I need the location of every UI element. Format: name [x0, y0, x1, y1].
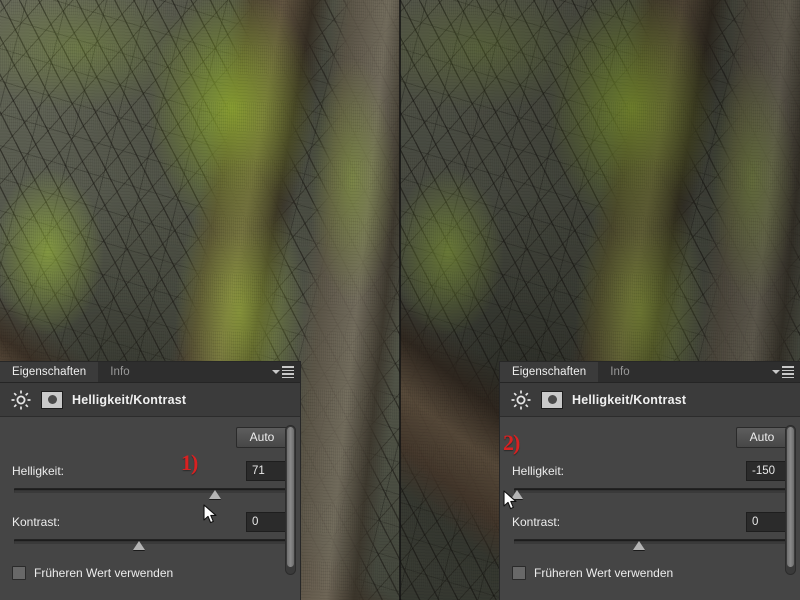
- slider-track: [14, 539, 286, 544]
- brightness-slider-thumb-left[interactable]: [209, 490, 222, 499]
- layer-mask-thumbnail[interactable]: [41, 390, 63, 409]
- tab-label: Info: [110, 366, 130, 378]
- adjustment-title-right: Helligkeit/Kontrast: [572, 392, 687, 407]
- contrast-control-left: Kontrast: 0: [12, 511, 288, 552]
- legacy-checkbox-label-right: Früheren Wert verwenden: [534, 566, 674, 580]
- brightness-slider-left[interactable]: [14, 487, 286, 501]
- legacy-checkbox-row-right: Früheren Wert verwenden: [512, 566, 788, 580]
- contrast-control-right: Kontrast: 0: [512, 511, 788, 552]
- contrast-slider-left[interactable]: [14, 538, 286, 552]
- brightness-row-right: Helligkeit: -150: [512, 460, 788, 482]
- panel-scrollbar-right[interactable]: [785, 425, 796, 575]
- tabstrip-filler: [641, 362, 770, 382]
- split-divider: [399, 0, 401, 600]
- brightness-label-right: Helligkeit:: [512, 464, 565, 478]
- panel-tabstrip-left: Eigenschaften Info: [0, 362, 300, 383]
- brightness-value-left[interactable]: 71: [246, 461, 288, 481]
- contrast-slider-thumb-right[interactable]: [633, 541, 646, 550]
- legacy-checkbox-label-left: Früheren Wert verwenden: [34, 566, 174, 580]
- slider-track: [14, 488, 286, 493]
- brightness-slider-right[interactable]: [510, 487, 786, 501]
- legacy-checkbox-row-left: Früheren Wert verwenden: [12, 566, 288, 580]
- panel-tabstrip-right: Eigenschaften Info: [500, 362, 800, 383]
- auto-button-left[interactable]: Auto: [236, 427, 288, 448]
- slider-track: [514, 488, 786, 493]
- tabstrip-filler: [141, 362, 270, 382]
- tab-info-left[interactable]: Info: [98, 362, 142, 382]
- tab-eigenschaften-left[interactable]: Eigenschaften: [0, 362, 99, 382]
- brightness-contrast-icon: [11, 390, 31, 409]
- tab-info-right[interactable]: Info: [598, 362, 642, 382]
- hamburger-icon: [282, 366, 294, 378]
- brightness-slider-thumb-right[interactable]: [510, 490, 523, 499]
- brightness-control-right: Helligkeit: -150: [510, 460, 788, 501]
- panel-body-right: Auto Helligkeit: -150 Kontrast: 0 Früher…: [500, 417, 800, 600]
- properties-panel-left: Eigenschaften Info Helligkeit/Kontrast A…: [0, 362, 300, 600]
- contrast-value-right[interactable]: 0: [746, 512, 788, 532]
- slider-track: [514, 539, 786, 544]
- hamburger-icon: [782, 366, 794, 378]
- legacy-checkbox-right[interactable]: [512, 566, 526, 580]
- brightness-contrast-icon: [511, 390, 531, 409]
- panel-menu-icon[interactable]: [270, 362, 300, 382]
- contrast-row-left: Kontrast: 0: [12, 511, 288, 533]
- brightness-row-left: Helligkeit: 71: [12, 460, 288, 482]
- contrast-label-left: Kontrast:: [12, 515, 61, 529]
- layer-mask-thumbnail[interactable]: [541, 390, 563, 409]
- chevron-down-icon: [772, 369, 780, 374]
- contrast-value-left[interactable]: 0: [246, 512, 288, 532]
- properties-panel-right: Eigenschaften Info Helligkeit/Kontrast A…: [500, 362, 800, 600]
- adjustment-title-left: Helligkeit/Kontrast: [72, 392, 187, 407]
- brightness-value-right[interactable]: -150: [746, 461, 788, 481]
- panel-body-left: Auto Helligkeit: 71 Kontrast: 0 Früheren…: [0, 417, 300, 600]
- tab-label: Info: [610, 366, 630, 378]
- brightness-control-left: Helligkeit: 71: [12, 460, 288, 501]
- brightness-label-left: Helligkeit:: [12, 464, 65, 478]
- auto-button-right[interactable]: Auto: [736, 427, 788, 448]
- auto-row-left: Auto: [12, 427, 288, 448]
- contrast-label-right: Kontrast:: [512, 515, 561, 529]
- auto-row-right: Auto: [512, 427, 788, 448]
- screenshot-stage: Eigenschaften Info Helligkeit/Kontrast A…: [0, 0, 800, 600]
- legacy-checkbox-left[interactable]: [12, 566, 26, 580]
- adjustment-header-right: Helligkeit/Kontrast: [500, 383, 800, 417]
- adjustment-header-left: Helligkeit/Kontrast: [0, 383, 300, 417]
- panel-menu-icon[interactable]: [770, 362, 800, 382]
- chevron-down-icon: [272, 369, 280, 374]
- tab-eigenschaften-right[interactable]: Eigenschaften: [500, 362, 599, 382]
- tab-label: Eigenschaften: [12, 366, 87, 378]
- tab-label: Eigenschaften: [512, 366, 587, 378]
- contrast-slider-thumb-left[interactable]: [133, 541, 146, 550]
- panel-scrollbar-left[interactable]: [285, 425, 296, 575]
- contrast-row-right: Kontrast: 0: [512, 511, 788, 533]
- contrast-slider-right[interactable]: [514, 538, 786, 552]
